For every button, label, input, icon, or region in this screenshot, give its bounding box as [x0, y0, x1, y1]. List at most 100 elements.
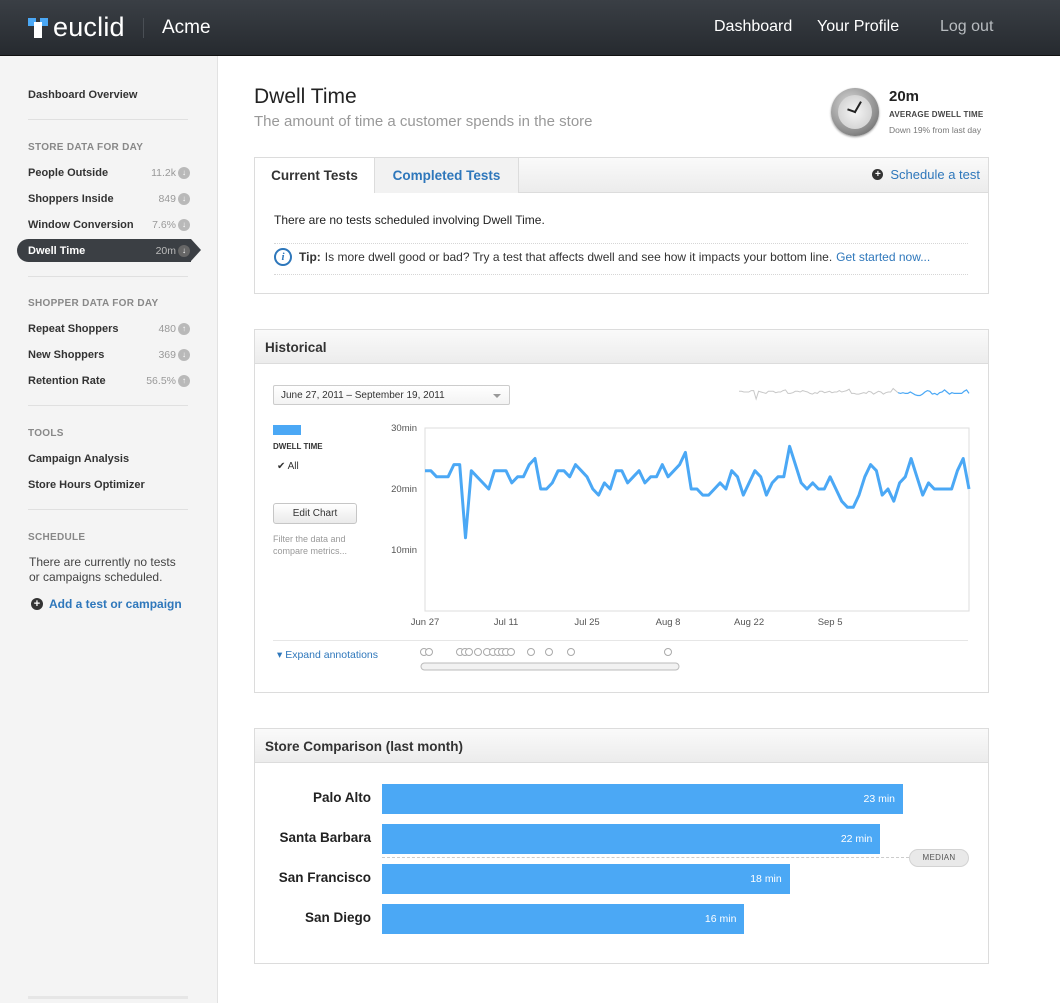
annotation-marker: [507, 648, 515, 656]
nav-dashboard[interactable]: Dashboard: [714, 18, 792, 36]
store-bar[interactable]: 18 min: [382, 864, 790, 894]
euclid-logo[interactable]: euclid: [28, 10, 125, 44]
tab-completed-tests[interactable]: Completed Tests: [375, 158, 519, 193]
edit-chart-button[interactable]: Edit Chart: [273, 503, 357, 524]
store-row: San Francisco 18 min: [255, 864, 987, 894]
tab-current-tests[interactable]: Current Tests: [255, 158, 375, 193]
page-title: Dwell Time: [254, 85, 357, 108]
trend-up-icon: ↑: [178, 375, 190, 387]
store-comparison-title: Store Comparison (last month): [265, 739, 464, 754]
legend-filter-all[interactable]: ✔ All: [277, 461, 299, 472]
tip-message: i Tip: Is more dwell good or bad? Try a …: [274, 248, 930, 266]
store-name: Palo Alto: [312, 790, 371, 805]
sidebar-item-label: Dashboard Overview: [28, 89, 138, 101]
sidebar: Dashboard Overview STORE DATA FOR DAY Pe…: [0, 56, 218, 1003]
sidebar-item-dwell-time[interactable]: Dwell Time 20m ↓: [28, 242, 190, 260]
chevron-down-icon: [493, 394, 501, 398]
store-name: San Francisco: [278, 870, 371, 885]
sidebar-item-dashboard-overview[interactable]: Dashboard Overview: [28, 86, 188, 104]
sidebar-item-value: 20m: [155, 245, 176, 257]
checkmark-icon: ✔: [277, 461, 286, 472]
store-name: Santa Barbara: [279, 830, 371, 845]
store-bar-label: 22 min: [840, 833, 873, 845]
average-dwell-delta: Down 19% from last day: [889, 125, 982, 135]
store-bar-label: 18 min: [750, 873, 782, 885]
store-data-heading: STORE DATA FOR DAY: [28, 142, 144, 153]
x-tick-label: Jun 27: [411, 617, 440, 628]
tip-label: Tip:: [299, 250, 321, 264]
trend-up-icon: ↑: [178, 323, 190, 335]
minimap-history-line: [739, 387, 899, 401]
sidebar-item-window-conversion[interactable]: Window Conversion 7.6% ↓: [28, 216, 190, 234]
annotation-marker: [567, 648, 575, 656]
divider: [274, 243, 968, 244]
filter-help-text: Filter the data and compare metrics...: [273, 534, 348, 556]
sidebar-item-shoppers-inside[interactable]: Shoppers Inside 849 ↓: [28, 190, 190, 208]
store-bar[interactable]: 23 min: [382, 784, 903, 814]
x-tick-label: Aug 22: [734, 617, 764, 628]
store-row: San Diego 16 min: [255, 904, 987, 934]
chart-overview-minimap[interactable]: [739, 382, 971, 402]
tests-panel: Current Tests Completed Tests + Schedule…: [254, 157, 989, 294]
historical-panel-header: Historical: [255, 330, 988, 364]
schedule-heading: SCHEDULE: [28, 532, 86, 543]
sidebar-item-new-shoppers[interactable]: New Shoppers 369 ↓: [28, 346, 190, 364]
annotation-marker: [545, 648, 553, 656]
brand-separator: [143, 18, 144, 38]
dwell-time-line-chart[interactable]: 30min 20min 10min Jun 27 Jul 11 Jul 25 Aug 8 Au…: [375, 418, 975, 628]
y-tick-label: 30min: [391, 423, 417, 434]
date-range-value: June 27, 2011 – September 19, 2011: [281, 390, 445, 401]
annotation-marker: [465, 648, 473, 656]
store-row: Santa Barbara 22 min: [255, 824, 987, 854]
sidebar-item-people-outside[interactable]: People Outside 11.2k ↓: [28, 164, 190, 182]
annotations-track[interactable]: [420, 646, 682, 674]
trend-down-icon: ↓: [178, 193, 190, 205]
y-tick-label: 20min: [391, 484, 417, 495]
top-bar: euclid Acme Dashboard Your Profile Log o…: [0, 0, 1060, 56]
organization-name: Acme: [162, 17, 211, 38]
schedule-test-label: Schedule a test: [890, 167, 980, 182]
sidebar-item-value: 11.2k: [151, 167, 176, 179]
expand-annotations-link[interactable]: ▾ Expand annotations: [277, 649, 378, 661]
store-comparison-header: Store Comparison (last month): [255, 729, 988, 763]
minimap-selected-line: [897, 389, 970, 397]
date-range-select[interactable]: June 27, 2011 – September 19, 2011: [273, 385, 510, 405]
sidebar-item-retention-rate[interactable]: Retention Rate 56.5% ↑: [28, 372, 190, 390]
sidebar-item-repeat-shoppers[interactable]: Repeat Shoppers 480 ↑: [28, 320, 190, 338]
sidebar-item-label: People Outside: [28, 167, 109, 179]
x-tick-label: Sep 5: [818, 617, 843, 628]
info-icon: i: [274, 248, 292, 266]
nav-your-profile[interactable]: Your Profile: [817, 18, 899, 36]
trend-down-icon: ↓: [178, 167, 190, 179]
euclid-logo-icon: [28, 16, 48, 38]
get-started-link[interactable]: Get started now...: [836, 250, 930, 264]
store-bars: Palo Alto 23 min Santa Barbara 22 min San Fr…: [255, 784, 987, 944]
y-tick-label: 10min: [391, 545, 417, 556]
brand-name: euclid: [53, 11, 125, 42]
chart-plot-area: [424, 427, 970, 612]
store-bar[interactable]: 16 min: [382, 904, 745, 934]
plus-circle-icon: +: [872, 169, 884, 180]
add-test-or-campaign-link[interactable]: + Add a test or campaign: [31, 597, 182, 611]
legend-swatch: [273, 425, 301, 435]
annotation-marker: [527, 648, 535, 656]
store-bar[interactable]: 22 min: [382, 824, 881, 854]
sidebar-divider: [28, 405, 188, 406]
store-bar-label: 16 min: [704, 913, 737, 925]
sidebar-item-store-hours-optimizer[interactable]: Store Hours Optimizer: [28, 476, 188, 494]
store-comparison-panel: Store Comparison (last month) Palo Alto 2…: [254, 728, 989, 964]
trend-down-icon: ↓: [178, 349, 190, 361]
divider: [274, 274, 968, 275]
schedule-test-link[interactable]: + Schedule a test: [872, 167, 980, 182]
add-test-or-campaign-label: Add a test or campaign: [49, 597, 182, 611]
legend-all-label: All: [287, 461, 299, 472]
schedule-empty-text: There are currently no tests or campaign…: [29, 555, 176, 584]
average-dwell-label: AVERAGE DWELL TIME: [889, 110, 984, 119]
annotation-marker: [664, 648, 672, 656]
sidebar-item-campaign-analysis[interactable]: Campaign Analysis: [28, 450, 188, 468]
trend-down-icon: ↓: [178, 245, 190, 257]
nav-log-out[interactable]: Log out: [940, 18, 993, 36]
store-bar-label: 23 min: [863, 793, 895, 805]
store-name: San Diego: [304, 910, 371, 925]
annotation-marker: [474, 648, 482, 656]
